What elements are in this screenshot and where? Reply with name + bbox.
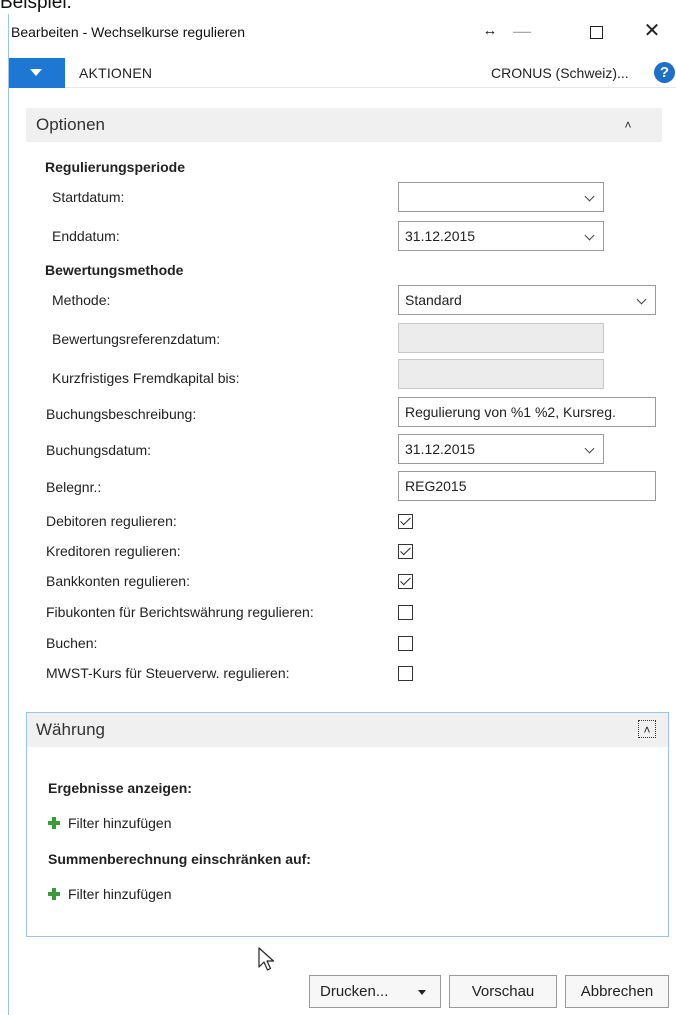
plus-icon <box>48 888 60 900</box>
adjust-bank-accounts-checkbox[interactable] <box>398 574 413 589</box>
help-icon[interactable]: ? <box>654 62 675 83</box>
adjust-gl-accounts-checkbox[interactable] <box>398 605 413 620</box>
plus-icon <box>48 817 60 829</box>
short-term-liabilities-field <box>398 359 604 389</box>
action-bar: AKTIONEN CRONUS (Schweiz)... ? <box>9 58 676 88</box>
start-date-label: Startdatum: <box>52 189 125 205</box>
actions-menu[interactable]: AKTIONEN <box>79 65 152 81</box>
resize-icon[interactable]: ↔ <box>475 18 505 44</box>
show-results-label: Ergebnisse anzeigen: <box>48 780 192 796</box>
top-caption-text: Beispiel: <box>0 0 72 13</box>
collapse-options-icon[interactable]: ˄ <box>619 116 637 134</box>
currency-section: Währung ˄ Ergebnisse anzeigen: Filter hi… <box>26 712 669 937</box>
document-no-label: Belegnr.: <box>46 479 102 495</box>
add-filter-label: Filter hinzufügen <box>68 815 172 831</box>
company-name[interactable]: CRONUS (Schweiz)... <box>491 65 629 81</box>
posting-description-label: Buchungsbeschreibung: <box>46 406 197 422</box>
post-checkbox[interactable] <box>398 636 413 651</box>
preview-button[interactable]: Vorschau <box>449 975 557 1008</box>
chevron-down-icon[interactable] <box>418 990 426 995</box>
checkbox-label: Kreditoren regulieren: <box>46 543 181 559</box>
options-section-header[interactable]: Optionen ˄ <box>26 108 662 142</box>
adjust-customers-checkbox[interactable] <box>398 514 413 529</box>
print-button[interactable]: Drucken... <box>309 975 441 1008</box>
currency-section-title: Währung <box>36 720 105 739</box>
checkbox-label: Bankkonten regulieren: <box>46 573 190 589</box>
adjust-vat-rate-checkbox[interactable] <box>398 666 413 681</box>
end-date-field[interactable]: 31.12.2015 <box>398 221 604 251</box>
print-button-label: Drucken... <box>320 983 389 1000</box>
restrict-totals-label: Summenberechnung einschränken auf: <box>48 851 311 867</box>
add-filter-link[interactable]: Filter hinzufügen <box>48 815 172 831</box>
mouse-cursor-icon <box>258 947 275 971</box>
valuation-ref-date-label: Bewertungsreferenzdatum: <box>52 331 221 347</box>
checkbox-label: Buchen: <box>46 635 98 651</box>
add-filter-label: Filter hinzufügen <box>68 886 172 902</box>
minimize-button[interactable]: — <box>507 18 537 44</box>
currency-section-header[interactable]: Währung ˄ <box>27 713 668 747</box>
window-title: Bearbeiten - Wechselkurse regulieren <box>11 24 245 40</box>
short-term-liabilities-label: Kurzfristiges Fremdkapital bis: <box>52 370 240 386</box>
posting-date-label: Buchungsdatum: <box>46 442 152 458</box>
cancel-button[interactable]: Abbrechen <box>565 975 669 1008</box>
maximize-icon <box>589 25 603 39</box>
document-no-field[interactable]: REG2015 <box>398 471 656 501</box>
start-date-field[interactable] <box>398 182 604 212</box>
options-section-title: Optionen <box>36 115 105 134</box>
checkbox-label: MWST-Kurs für Steuerverw. regulieren: <box>46 665 290 681</box>
checkbox-label: Debitoren regulieren: <box>46 513 177 529</box>
valuation-ref-date-field <box>398 323 604 353</box>
group-regulation-period: Regulierungsperiode <box>45 159 186 175</box>
dialog-window: Bearbeiten - Wechselkurse regulieren ↔ —… <box>8 14 676 1015</box>
method-label: Methode: <box>52 292 111 308</box>
posting-description-field[interactable]: Regulierung von %1 %2, Kursreg. <box>398 397 656 427</box>
collapse-currency-icon[interactable]: ˄ <box>638 720 656 738</box>
title-bar: Bearbeiten - Wechselkurse regulieren ↔ —… <box>9 14 676 48</box>
top-caption: Beispiel: <box>0 0 676 14</box>
posting-date-field[interactable]: 31.12.2015 <box>398 434 604 464</box>
method-select[interactable]: Standard <box>398 285 656 315</box>
actions-dropdown-icon[interactable] <box>9 58 65 88</box>
adjust-vendors-checkbox[interactable] <box>398 544 413 559</box>
end-date-label: Enddatum: <box>52 228 120 244</box>
close-button[interactable]: ✕ <box>637 18 667 44</box>
maximize-button[interactable] <box>581 18 611 44</box>
group-valuation-method: Bewertungsmethode <box>45 262 184 278</box>
add-filter-link[interactable]: Filter hinzufügen <box>48 886 172 902</box>
checkbox-label: Fibukonten für Berichtswährung reguliere… <box>46 604 314 620</box>
